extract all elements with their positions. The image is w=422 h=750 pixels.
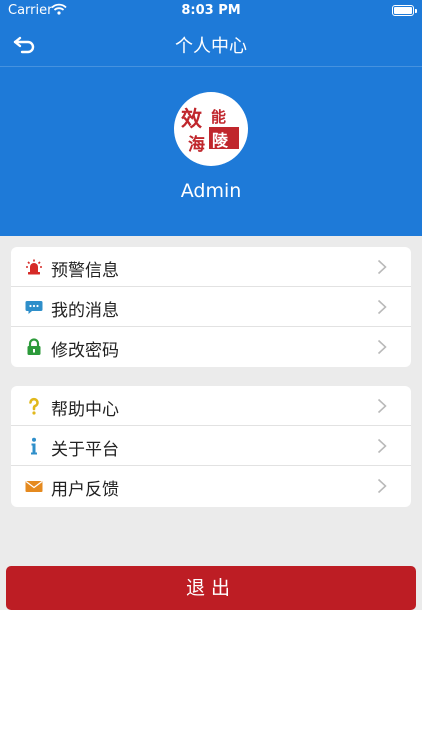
menu-item-user-feedback[interactable]: 用户反馈 (11, 466, 411, 506)
menu-item-warning-info[interactable]: 预警信息 (11, 247, 411, 287)
chevron-right-icon (377, 398, 387, 414)
nav-bar: 个人中心 (0, 22, 422, 67)
svg-text:效: 效 (181, 106, 202, 131)
clock: 8:03 PM (181, 3, 241, 18)
page-title: 个人中心 (175, 36, 247, 57)
menu-item-change-password[interactable]: 修改密码 (11, 327, 411, 367)
message-icon (25, 301, 43, 314)
chevron-right-icon (377, 259, 387, 275)
info-icon (31, 437, 37, 455)
menu-card-alerts: 预警信息 我的消息 修改密码 (11, 247, 411, 367)
menu-item-my-messages[interactable]: 我的消息 (11, 287, 411, 327)
menu-label-my-messages: 我的消息 (51, 301, 119, 321)
mail-icon (25, 481, 43, 492)
lock-icon (27, 338, 41, 355)
battery-icon (392, 5, 417, 16)
chevron-right-icon (377, 478, 387, 494)
svg-text:能: 能 (211, 108, 226, 126)
haijing-logo: 效 能 海 陵 (181, 106, 239, 155)
menu-label-warning-info: 预警信息 (51, 261, 119, 281)
menu-label-about-platform: 关于平台 (51, 440, 119, 460)
svg-text:陵: 陵 (212, 131, 229, 150)
help-icon (29, 397, 39, 415)
chevron-right-icon (377, 339, 387, 355)
status-bar: Carrier 8:03 PM (0, 0, 422, 22)
menu-card-about: 帮助中心 关于平台 用户反馈 (11, 386, 411, 507)
avatar[interactable]: 效 能 海 陵 (174, 92, 248, 166)
logout-button[interactable]: 退出 (6, 566, 416, 610)
menu-label-help-center: 帮助中心 (51, 400, 119, 420)
menu-label-user-feedback: 用户反馈 (51, 480, 119, 500)
menu-item-about-platform[interactable]: 关于平台 (11, 426, 411, 466)
chevron-right-icon (377, 299, 387, 315)
chevron-right-icon (377, 438, 387, 454)
username: Admin (180, 180, 242, 202)
menu-item-help-center[interactable]: 帮助中心 (11, 386, 411, 426)
alarm-icon (26, 259, 42, 275)
svg-text:海: 海 (188, 134, 205, 155)
menu-label-change-password: 修改密码 (51, 341, 119, 361)
